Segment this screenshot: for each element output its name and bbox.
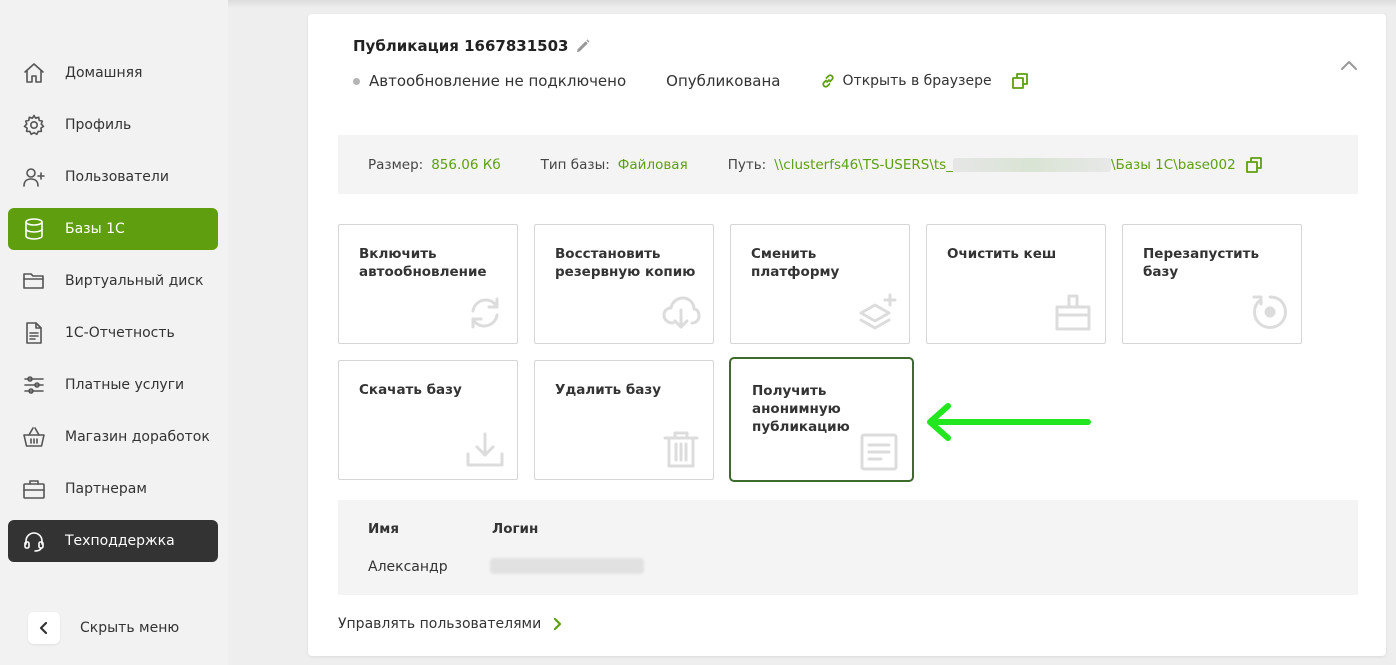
database-icon xyxy=(21,216,47,242)
publication-title: Публикация 1667831503 xyxy=(353,37,569,55)
sidebar-item-label: Профиль xyxy=(65,117,132,133)
tile-label: Включить автообновление xyxy=(359,246,487,280)
sidebar-item-label: Виртуальный диск xyxy=(65,273,204,289)
clear-cache-tile[interactable]: Очистить кеш xyxy=(926,224,1106,344)
download-icon xyxy=(465,429,505,469)
path-prefix: \\clusterfs46\TS-USERS\ts_ xyxy=(774,156,953,173)
sidebar-item-home[interactable]: Домашняя xyxy=(8,52,218,94)
briefcase-icon xyxy=(21,476,47,502)
sidebar-item-shop[interactable]: Магазин доработок xyxy=(8,416,218,458)
notes-icon xyxy=(859,432,899,472)
sidebar-item-bases-1c[interactable]: Базы 1С xyxy=(8,208,218,250)
tile-label: Удалить базу xyxy=(555,382,662,398)
sidebar-item-reporting[interactable]: 1С-Отчетность xyxy=(8,312,218,354)
type-info: Тип базы: Файловая xyxy=(541,157,688,173)
restart-base-tile[interactable]: Перезапустить базу xyxy=(1122,224,1302,344)
annotation-arrow-icon xyxy=(927,403,1091,441)
restore-backup-tile[interactable]: Восстановить резервную копию xyxy=(534,224,714,344)
path-info: Путь: \\clusterfs46\TS-USERS\ts_ \Базы 1… xyxy=(728,157,1262,173)
size-value: 856.06 Кб xyxy=(431,156,501,173)
sidebar-item-label: Домашняя xyxy=(65,65,143,81)
path-label: Путь: xyxy=(727,156,767,173)
status-row: Автообновление не подключено Опубликован… xyxy=(353,72,1028,90)
table-cell-login-redacted xyxy=(490,558,644,574)
sidebar-item-profile[interactable]: Профиль xyxy=(8,104,218,146)
tile-label: Сменить платформу xyxy=(751,246,840,280)
column-header-login: Логин xyxy=(492,521,539,537)
sidebar-item-label: Партнерам xyxy=(65,481,147,497)
download-base-tile[interactable]: Скачать базу xyxy=(338,360,518,480)
brush-icon xyxy=(1053,293,1093,333)
document-icon xyxy=(21,320,47,346)
open-in-browser-label: Открыть в браузере xyxy=(842,73,992,89)
manage-users-label: Управлять пользователями xyxy=(338,616,542,632)
hide-menu-button[interactable]: Скрыть меню xyxy=(28,612,179,644)
sidebar-item-label: Магазин доработок xyxy=(65,429,210,445)
users-table: Имя Логин Александр xyxy=(338,500,1358,595)
manage-users-link[interactable]: Управлять пользователями xyxy=(338,616,563,632)
basket-icon xyxy=(21,424,47,450)
sidebar-item-label: Техподдержка xyxy=(65,533,175,549)
sidebar: Домашняя Профиль Пользователи Базы 1С Ви… xyxy=(0,0,228,665)
base-info-bar: Размер: 856.06 Кб Тип базы: Файловая Пут… xyxy=(338,135,1358,194)
sidebar-item-label: 1С-Отчетность xyxy=(65,325,175,341)
sidebar-item-label: Пользователи xyxy=(65,169,169,185)
copy-path-icon[interactable] xyxy=(1245,156,1262,173)
sidebar-item-users[interactable]: Пользователи xyxy=(8,156,218,198)
collapse-chevron-up-icon[interactable] xyxy=(1340,56,1358,70)
status-dot-icon xyxy=(353,77,360,85)
user-plus-icon xyxy=(21,164,47,190)
delete-base-tile[interactable]: Удалить базу xyxy=(534,360,714,480)
publication-title-row: Публикация 1667831503 xyxy=(353,37,591,55)
hide-menu-label: Скрыть меню xyxy=(80,620,180,636)
size-label: Размер: xyxy=(368,156,424,173)
chevron-left-icon xyxy=(28,612,60,644)
sidebar-item-paid-services[interactable]: Платные услуги xyxy=(8,364,218,406)
change-platform-tile[interactable]: Сменить платформу xyxy=(730,224,910,344)
tile-label: Очистить кеш xyxy=(947,246,1057,262)
get-anonymous-publication-tile[interactable]: Получить анонимную публикацию xyxy=(729,357,914,482)
gear-icon xyxy=(21,112,47,138)
autoupdate-status: Автообновление не подключено xyxy=(369,72,627,90)
tile-label: Перезапустить базу xyxy=(1143,246,1260,280)
link-icon xyxy=(821,74,835,88)
tile-label: Получить анонимную публикацию xyxy=(752,383,850,435)
enable-autoupdate-tile[interactable]: Включить автообновление xyxy=(338,224,518,344)
path-suffix: \Базы 1С\base002 xyxy=(1110,156,1236,173)
sidebar-item-label: Платные услуги xyxy=(65,377,185,393)
folder-icon xyxy=(21,268,47,294)
layers-plus-icon xyxy=(857,293,897,333)
tile-label: Восстановить резервную копию xyxy=(555,246,696,280)
publication-card: Публикация 1667831503 Автообновление не … xyxy=(308,14,1386,656)
pencil-icon[interactable] xyxy=(576,39,591,53)
sidebar-item-partners[interactable]: Партнерам xyxy=(8,468,218,510)
table-cell-name: Александр xyxy=(368,559,448,575)
path-redacted xyxy=(952,157,1111,172)
sidebar-item-support[interactable]: Техподдержка xyxy=(8,520,218,562)
type-value: Файловая xyxy=(617,156,688,173)
column-header-name: Имя xyxy=(368,521,400,537)
cloud-download-icon xyxy=(661,293,701,333)
headset-icon xyxy=(21,528,47,554)
type-label: Тип базы: xyxy=(540,156,610,173)
chevron-right-icon xyxy=(554,618,562,630)
top-shadow xyxy=(228,0,1396,8)
restart-icon xyxy=(1249,293,1289,333)
sidebar-item-label: Базы 1С xyxy=(65,221,125,237)
sidebar-item-virtual-disk[interactable]: Виртуальный диск xyxy=(8,260,218,302)
trash-icon xyxy=(661,429,701,469)
refresh-icon xyxy=(465,293,505,333)
open-in-browser-link[interactable]: Открыть в браузере xyxy=(821,73,992,89)
sliders-icon xyxy=(21,372,47,398)
size-info: Размер: 856.06 Кб xyxy=(368,157,501,173)
home-icon xyxy=(21,60,47,86)
tile-label: Скачать базу xyxy=(359,382,462,398)
copy-link-icon[interactable] xyxy=(1011,73,1028,89)
publish-status: Опубликована xyxy=(666,72,781,90)
